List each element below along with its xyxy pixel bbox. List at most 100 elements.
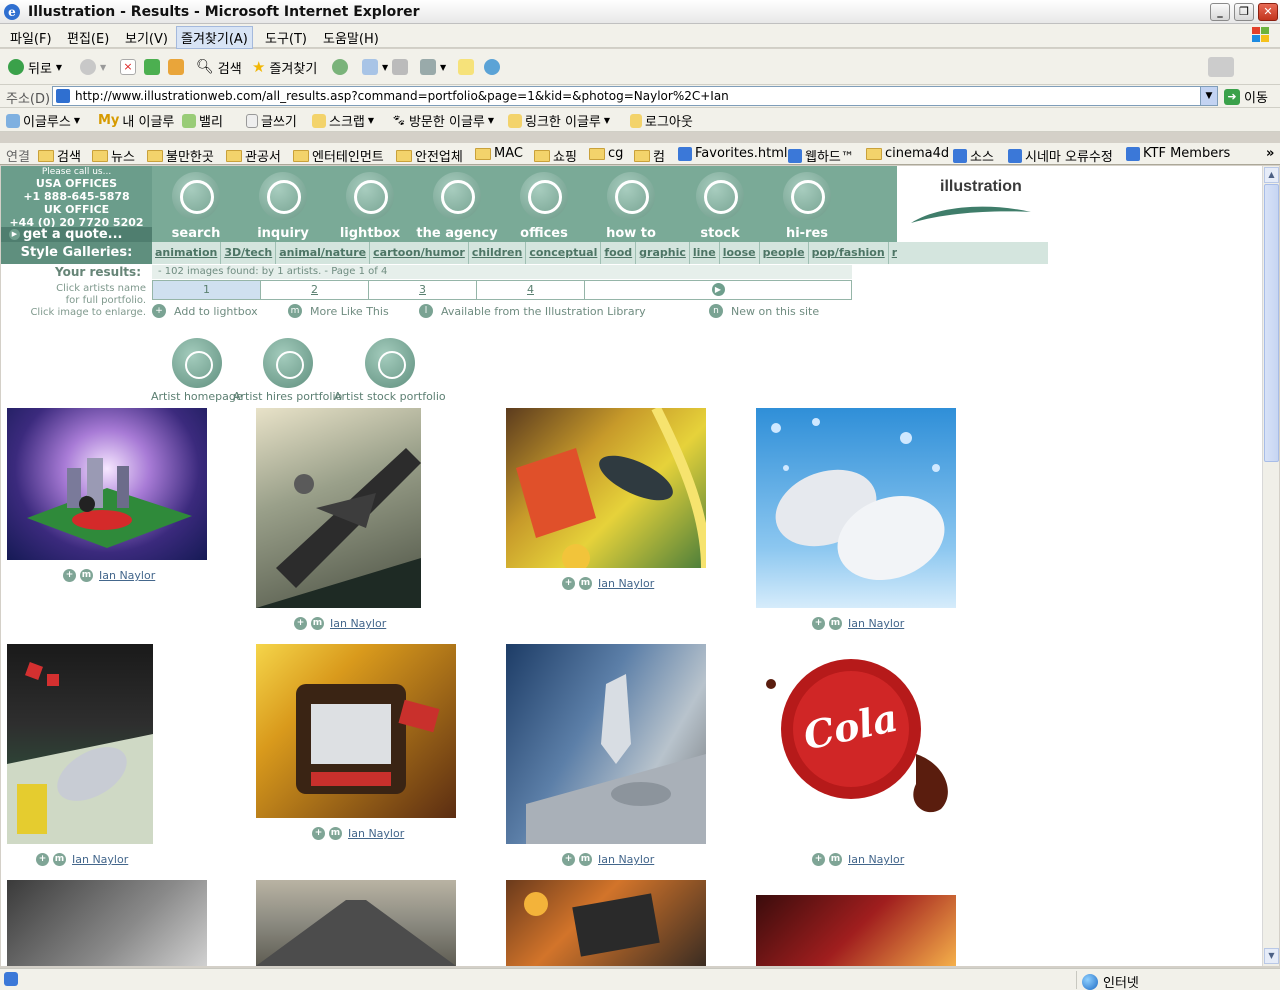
nav-inquiry[interactable]: inquiry: [241, 172, 325, 241]
add-to-lightbox-icon[interactable]: +: [63, 569, 76, 582]
print-button[interactable]: [392, 57, 408, 77]
go-button[interactable]: ➜ 이동: [1224, 87, 1268, 106]
search-button[interactable]: 🔍︎ 검색: [196, 57, 242, 77]
artist-link[interactable]: Ian Naylor: [72, 853, 128, 866]
gallery-animal-nature[interactable]: animal/nature: [276, 242, 371, 264]
link-folder[interactable]: MAC: [475, 146, 523, 161]
add-to-lightbox-icon[interactable]: +: [312, 827, 325, 840]
more-like-this-icon[interactable]: m: [829, 853, 842, 866]
link-folder[interactable]: 불만한곳: [147, 146, 214, 165]
gallery-graphic[interactable]: graphic: [636, 242, 690, 264]
home-button[interactable]: [168, 57, 184, 77]
favorites-button[interactable]: ★ 즐겨찾기: [252, 57, 317, 77]
thumbnail-jukebox[interactable]: [256, 644, 456, 818]
link-valley[interactable]: 밸리: [182, 111, 223, 130]
nav-the-agency[interactable]: the agency: [415, 172, 499, 241]
minimize-button[interactable]: _: [1210, 3, 1230, 21]
more-like-this-icon[interactable]: m: [579, 577, 592, 590]
nav-how-to[interactable]: how to: [589, 172, 673, 241]
gallery-conceptual[interactable]: conceptual: [526, 242, 602, 264]
nav-lightbox[interactable]: lightbox: [328, 172, 412, 241]
gallery-animation[interactable]: animation: [152, 242, 222, 264]
edit-button[interactable]: ▼: [420, 57, 446, 77]
artist-hires-button[interactable]: Artist hires portfolio: [233, 338, 342, 403]
link-logout[interactable]: 로그아웃: [630, 111, 693, 130]
more-like-this-icon[interactable]: m: [829, 617, 842, 630]
thumbnail-rolls-royce[interactable]: [506, 644, 706, 844]
more-like-this-icon[interactable]: m: [80, 569, 93, 582]
address-dropdown-icon[interactable]: ▼: [1200, 87, 1217, 105]
next-page-button[interactable]: ▶: [585, 281, 851, 299]
artist-link[interactable]: Ian Naylor: [848, 617, 904, 630]
link-page[interactable]: 소스: [953, 146, 994, 165]
thumbnail-row3-4[interactable]: [756, 895, 956, 966]
more-like-this-icon[interactable]: m: [53, 853, 66, 866]
gallery-loose[interactable]: loose: [720, 242, 760, 264]
gallery-children[interactable]: children: [469, 242, 527, 264]
close-button[interactable]: ✕: [1258, 3, 1278, 21]
scroll-thumb[interactable]: [1264, 184, 1279, 462]
address-input[interactable]: http://www.illustrationweb.com/all_resul…: [52, 86, 1218, 106]
nav-offices[interactable]: offices: [502, 172, 586, 241]
discuss-button[interactable]: [458, 57, 474, 77]
link-linked[interactable]: 링크한 이글루 ▼: [508, 111, 610, 130]
artist-link[interactable]: Ian Naylor: [330, 617, 386, 630]
thumbnail-row3-1[interactable]: [7, 880, 207, 966]
menu-favorites[interactable]: 즐겨찾기(A): [176, 26, 253, 49]
menu-view[interactable]: 보기(V): [121, 28, 172, 47]
thumbnail-pinball[interactable]: [506, 408, 706, 568]
link-folder[interactable]: cinema4d: [866, 146, 949, 161]
gallery-cartoon-humor[interactable]: cartoon/humor: [370, 242, 469, 264]
thumbnail-row3-3[interactable]: [506, 880, 706, 966]
history-button[interactable]: [332, 57, 348, 77]
add-to-lightbox-icon[interactable]: +: [562, 577, 575, 590]
link-folder[interactable]: 컴: [634, 146, 665, 165]
link-egloos[interactable]: 이글루스 ▼: [6, 111, 80, 130]
back-button[interactable]: 뒤로 ▼: [8, 57, 62, 77]
link-folder[interactable]: cg: [589, 146, 623, 161]
mail-button[interactable]: ▼: [362, 57, 388, 77]
link-folder[interactable]: 검색: [38, 146, 81, 165]
link-page[interactable]: KTF Members: [1126, 146, 1230, 161]
link-folder[interactable]: 관공서: [226, 146, 281, 165]
menu-file[interactable]: 파일(F): [6, 28, 56, 47]
link-folder[interactable]: 엔터테인먼트: [293, 146, 384, 165]
page-1[interactable]: 1: [153, 281, 261, 299]
thumbnail-war-plane[interactable]: [256, 408, 421, 608]
refresh-button[interactable]: [144, 57, 160, 77]
add-to-lightbox-icon[interactable]: +: [36, 853, 49, 866]
thumbnail-cola-cap[interactable]: Cola: [756, 644, 956, 844]
restore-button[interactable]: ❐: [1234, 3, 1254, 21]
nav-hi-res[interactable]: hi-res: [765, 172, 849, 241]
vertical-scrollbar[interactable]: ▲ ▼: [1262, 166, 1279, 966]
extra-button[interactable]: [1208, 57, 1234, 77]
nav-search[interactable]: search: [154, 172, 238, 241]
link-scrap[interactable]: 스크랩 ▼: [312, 111, 374, 130]
artist-stock-button[interactable]: Artist stock portfolio: [334, 338, 446, 403]
menu-tools[interactable]: 도구(T): [261, 28, 311, 47]
add-to-lightbox-icon[interactable]: +: [812, 853, 825, 866]
link-page[interactable]: 웹하드™: [788, 146, 854, 165]
gallery-people[interactable]: people: [760, 242, 809, 264]
nav-stock[interactable]: stock: [678, 172, 762, 241]
page-2[interactable]: 2: [261, 281, 369, 299]
more-like-this-icon[interactable]: m: [311, 617, 324, 630]
link-folder[interactable]: 안전업체: [396, 146, 463, 165]
link-my-egloo[interactable]: My 내 이글루: [98, 111, 174, 130]
stop-button[interactable]: ×: [120, 57, 136, 77]
thumbnail-monopoly-board[interactable]: [7, 644, 153, 844]
gallery-food[interactable]: food: [601, 242, 637, 264]
add-to-lightbox-icon[interactable]: +: [812, 617, 825, 630]
scroll-up-icon[interactable]: ▲: [1264, 167, 1279, 183]
thumbnail-monopoly-city[interactable]: [7, 408, 207, 560]
link-write[interactable]: 글쓰기: [246, 111, 297, 130]
artist-link[interactable]: Ian Naylor: [598, 577, 654, 590]
artist-homepage-button[interactable]: Artist homepage: [151, 338, 243, 403]
artist-link[interactable]: Ian Naylor: [598, 853, 654, 866]
thumbnail-tablets[interactable]: [756, 408, 956, 608]
page-3[interactable]: 3: [369, 281, 477, 299]
artist-link[interactable]: Ian Naylor: [848, 853, 904, 866]
gallery-line[interactable]: line: [690, 242, 720, 264]
gallery-pop-fashion[interactable]: pop/fashion: [809, 242, 889, 264]
link-visited[interactable]: 🐾︎ 방문한 이글루 ▼: [392, 111, 494, 130]
